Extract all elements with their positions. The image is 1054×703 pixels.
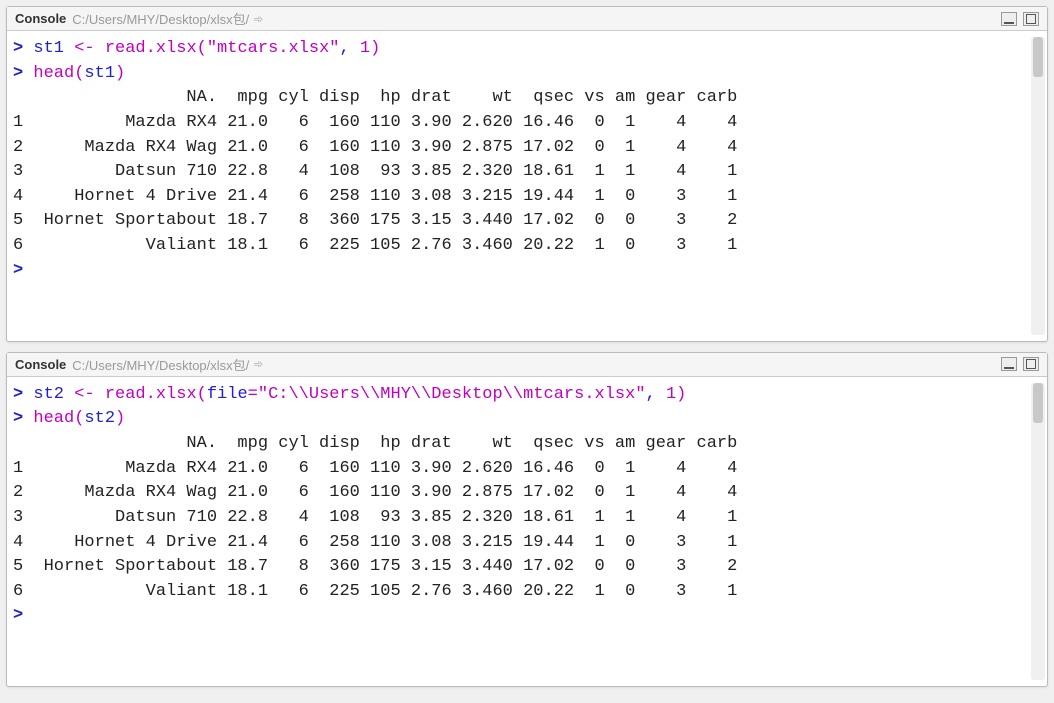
output-row: 4 Hornet 4 Drive 21.4 6 258 110 3.08 3.2… bbox=[13, 187, 737, 206]
output-row: 3 Datsun 710 22.8 4 108 93 3.85 2.320 18… bbox=[13, 508, 737, 527]
prompt[interactable]: > bbox=[13, 606, 33, 625]
prompt[interactable]: > bbox=[13, 261, 33, 280]
console-input-line: st2 <- read.xlsx(file="C:\\Users\\MHY\\D… bbox=[33, 385, 686, 404]
output-row: 2 Mazda RX4 Wag 21.0 6 160 110 3.90 2.87… bbox=[13, 483, 737, 502]
scrollbar[interactable] bbox=[1031, 383, 1045, 681]
window-controls bbox=[1001, 12, 1039, 26]
console-header: Console C:/Users/MHY/Desktop/xlsx包/ ➾ bbox=[7, 7, 1047, 31]
console-panel-2: Console C:/Users/MHY/Desktop/xlsx包/ ➾ > … bbox=[6, 352, 1048, 688]
maximize-button[interactable] bbox=[1023, 357, 1039, 371]
console-title: Console bbox=[15, 11, 66, 26]
prompt: > bbox=[13, 39, 33, 58]
output-row: 6 Valiant 18.1 6 225 105 2.76 3.460 20.2… bbox=[13, 582, 737, 601]
output-row: 1 Mazda RX4 21.0 6 160 110 3.90 2.620 16… bbox=[13, 459, 737, 478]
scrollbar-thumb[interactable] bbox=[1033, 37, 1043, 77]
maximize-button[interactable] bbox=[1023, 12, 1039, 26]
scrollbar-thumb[interactable] bbox=[1033, 383, 1043, 423]
minimize-button[interactable] bbox=[1001, 357, 1017, 371]
minimize-button[interactable] bbox=[1001, 12, 1017, 26]
go-to-dir-icon[interactable]: ➾ bbox=[253, 357, 263, 371]
window-controls bbox=[1001, 357, 1039, 371]
output-row: 1 Mazda RX4 21.0 6 160 110 3.90 2.620 16… bbox=[13, 113, 737, 132]
output-row: 2 Mazda RX4 Wag 21.0 6 160 110 3.90 2.87… bbox=[13, 138, 737, 157]
console-input-line: head(st1) bbox=[33, 64, 125, 83]
console-body[interactable]: > st2 <- read.xlsx(file="C:\\Users\\MHY\… bbox=[7, 377, 1047, 687]
output-row: 5 Hornet Sportabout 18.7 8 360 175 3.15 … bbox=[13, 557, 737, 576]
output-header-row: NA. mpg cyl disp hp drat wt qsec vs am g… bbox=[13, 434, 737, 453]
console-title: Console bbox=[15, 357, 66, 372]
console-path: C:/Users/MHY/Desktop/xlsx包/ bbox=[72, 355, 249, 374]
prompt: > bbox=[13, 64, 33, 83]
prompt: > bbox=[13, 409, 33, 428]
console-header: Console C:/Users/MHY/Desktop/xlsx包/ ➾ bbox=[7, 353, 1047, 377]
console-input-line: head(st2) bbox=[33, 409, 125, 428]
console-path: C:/Users/MHY/Desktop/xlsx包/ bbox=[72, 9, 249, 28]
console-input-line: st1 <- read.xlsx("mtcars.xlsx", 1) bbox=[33, 39, 380, 58]
output-header-row: NA. mpg cyl disp hp drat wt qsec vs am g… bbox=[13, 88, 737, 107]
output-row: 5 Hornet Sportabout 18.7 8 360 175 3.15 … bbox=[13, 211, 737, 230]
output-row: 3 Datsun 710 22.8 4 108 93 3.85 2.320 18… bbox=[13, 162, 737, 181]
prompt: > bbox=[13, 385, 33, 404]
output-row: 4 Hornet 4 Drive 21.4 6 258 110 3.08 3.2… bbox=[13, 533, 737, 552]
console-panel-1: Console C:/Users/MHY/Desktop/xlsx包/ ➾ > … bbox=[6, 6, 1048, 342]
go-to-dir-icon[interactable]: ➾ bbox=[253, 12, 263, 26]
output-row: 6 Valiant 18.1 6 225 105 2.76 3.460 20.2… bbox=[13, 236, 737, 255]
console-body[interactable]: > st1 <- read.xlsx("mtcars.xlsx", 1) > h… bbox=[7, 31, 1047, 341]
scrollbar[interactable] bbox=[1031, 37, 1045, 335]
